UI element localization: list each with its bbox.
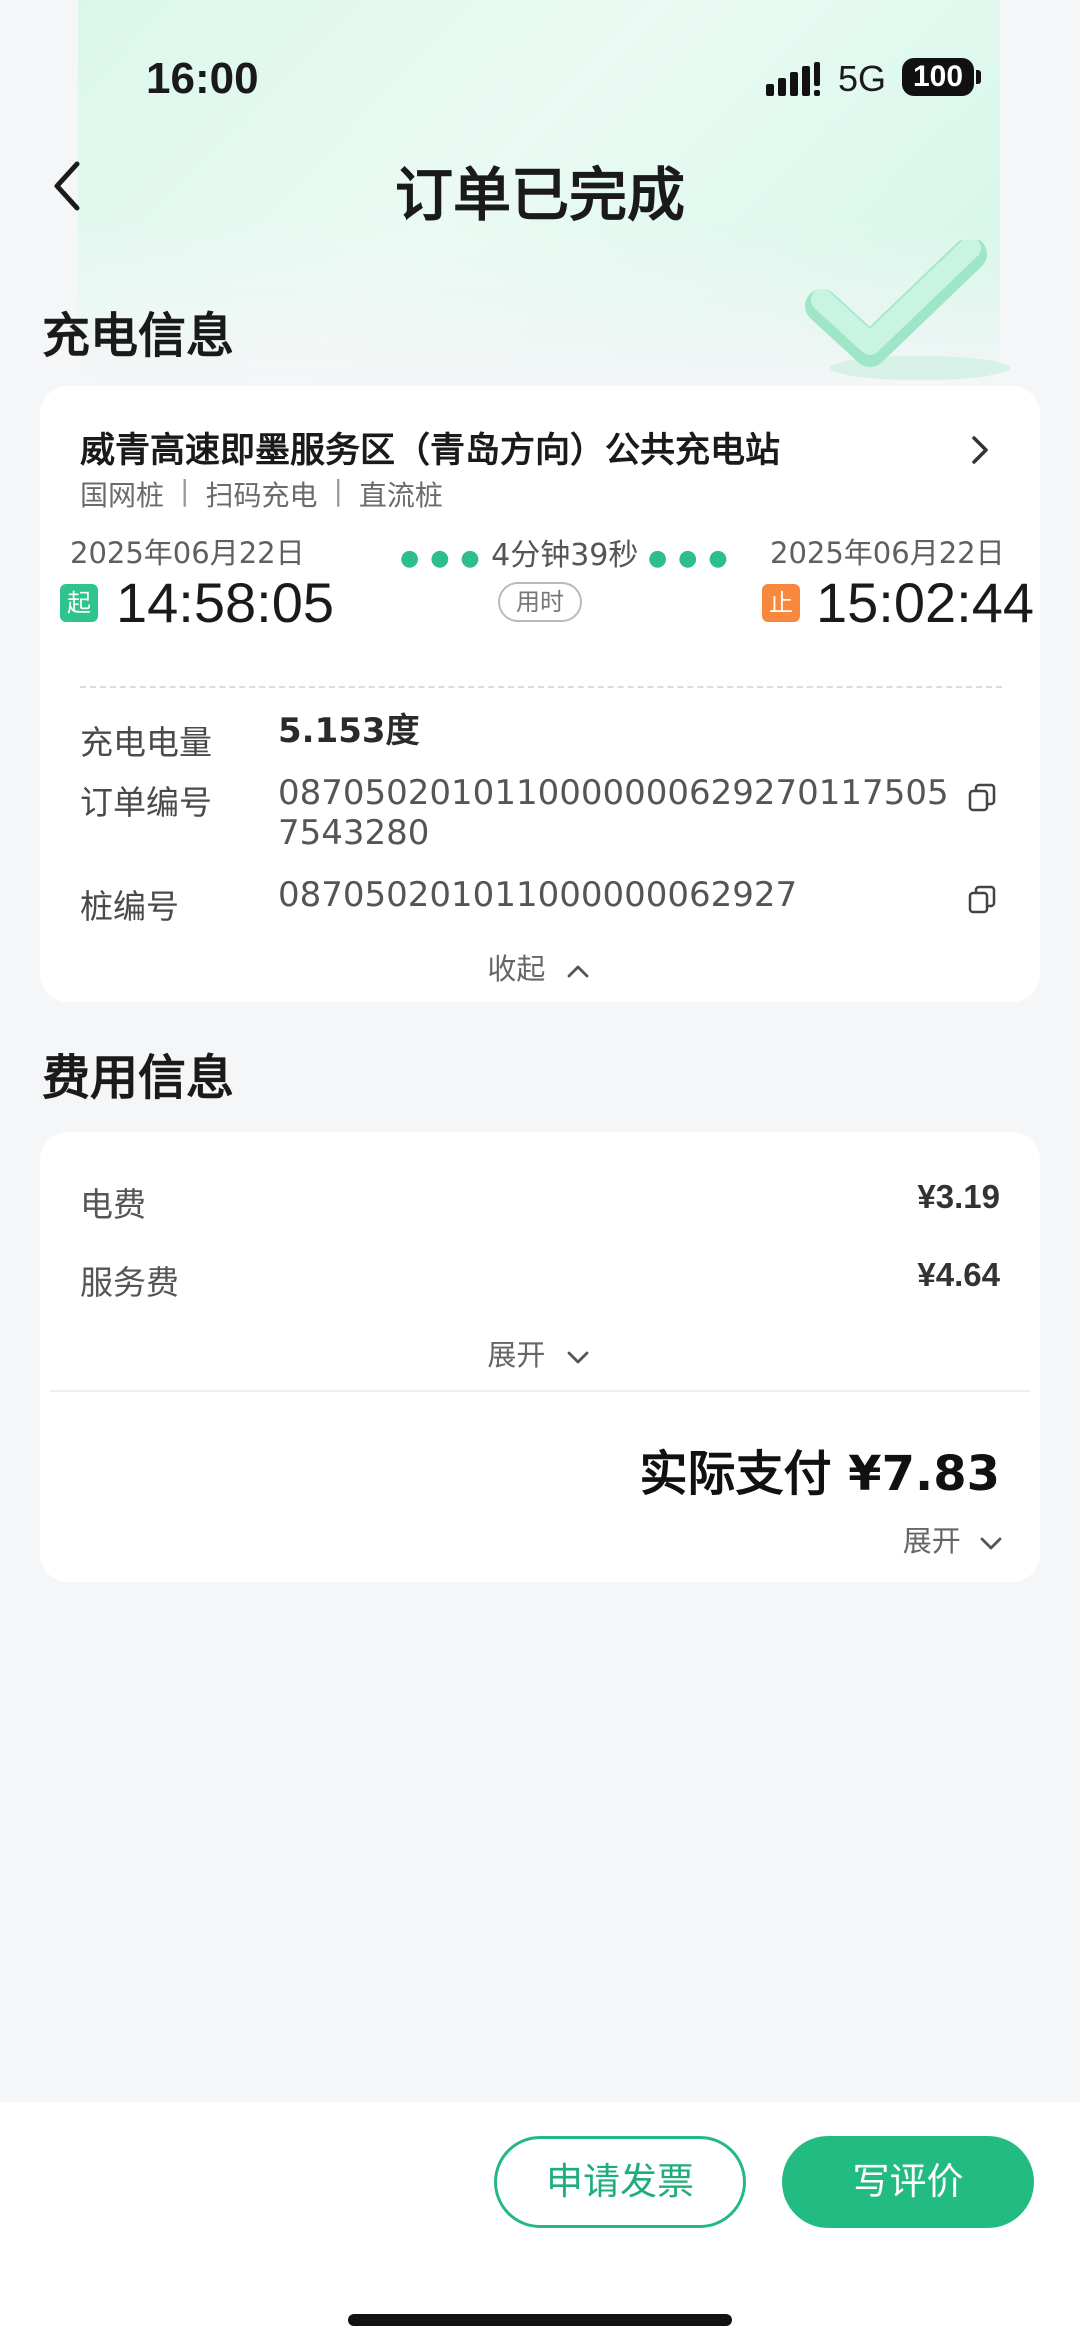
collapse-label: 收起 (487, 952, 546, 986)
duration: ● ● ● 4分钟39秒 ● ● ● (400, 530, 728, 574)
electricity-fee-label: 电费 (80, 1185, 146, 1224)
page-title: 订单已完成 (394, 161, 685, 229)
fee-section-title: 费用信息 (42, 1050, 235, 1106)
collapse-toggle[interactable]: 收起 (40, 946, 1040, 988)
total-paid: 实际支付 ¥7.83 (639, 1446, 1000, 1502)
tag-separator: | (180, 474, 190, 507)
start-date: 2025年06月22日 (70, 536, 305, 570)
pile-number-label: 桩编号 (80, 887, 179, 926)
duration-dots-left: ● ● ● (400, 546, 482, 571)
energy-value: 5.153度 (278, 711, 420, 751)
tag-operator: 国网桩 (80, 479, 165, 512)
end-date: 2025年06月22日 (770, 536, 1005, 570)
tag-pile-type: 直流桩 (358, 479, 443, 512)
fee-info-card: 电费 ¥3.19 服务费 ¥4.64 展开 实际支付 ¥7.83 展开 (40, 1132, 1040, 1582)
service-fee-label: 服务费 (80, 1263, 179, 1302)
signal-icon (766, 62, 820, 96)
start-badge: 起 (60, 584, 98, 622)
tag-charge-method: 扫码充电 (205, 479, 318, 512)
status-time: 16:00 (146, 54, 259, 103)
dashed-divider (80, 686, 1002, 688)
duration-dots-right: ● ● ● (647, 546, 730, 571)
network-type: 5G (838, 58, 887, 99)
chevron-up-icon (567, 965, 589, 978)
energy-label: 充电电量 (80, 723, 212, 762)
duration-label: 用时 (498, 582, 582, 622)
order-number-line1: 0870502010110000000629270117505 (278, 773, 949, 813)
station-name[interactable]: 威青高速即墨服务区（青岛方向）公共充电站 (80, 422, 780, 473)
pile-number-value: 087050201011000000062927 (278, 875, 798, 915)
end-badge: 止 (762, 584, 800, 622)
end-time: 15:02:44 (816, 571, 1034, 634)
chevron-down-icon (567, 1351, 589, 1364)
station-tags: 国网桩 | 扫码充电 | 直流桩 (80, 474, 443, 514)
completed-check-icon (805, 240, 1010, 380)
home-indicator[interactable] (348, 2314, 732, 2326)
fee-expand-label: 展开 (487, 1338, 546, 1372)
service-fee-value: ¥4.64 (917, 1256, 1000, 1293)
order-number-label: 订单编号 (80, 783, 212, 822)
charging-info-card: 威青高速即墨服务区（青岛方向）公共充电站 国网桩 | 扫码充电 | 直流桩 20… (40, 386, 1040, 1002)
order-number-line2: 7543280 (278, 813, 430, 853)
status-bar: 16:00 5G 100 (0, 0, 1080, 140)
electricity-fee-value: ¥3.19 (917, 1178, 1000, 1215)
duration-value: 4分钟39秒 (491, 538, 639, 573)
start-time: 14:58:05 (116, 571, 334, 634)
chevron-down-icon (980, 1537, 1002, 1550)
tag-separator: | (333, 474, 343, 507)
write-review-button[interactable]: 写评价 (782, 2136, 1034, 2228)
battery-icon: 100 (902, 58, 974, 96)
bottom-action-bar: 申请发票 写评价 (0, 2102, 1080, 2346)
apply-invoice-button[interactable]: 申请发票 (494, 2136, 746, 2228)
chevron-right-icon[interactable] (962, 430, 998, 470)
fee-divider (50, 1390, 1030, 1392)
copy-order-number-icon[interactable] (966, 782, 998, 814)
total-expand-toggle[interactable]: 展开 (903, 1518, 1006, 1560)
charging-section-title: 充电信息 (42, 308, 235, 364)
fee-expand-toggle[interactable]: 展开 (40, 1332, 1040, 1374)
copy-pile-number-icon[interactable] (966, 884, 998, 916)
total-expand-label: 展开 (902, 1524, 961, 1558)
battery-tip (976, 70, 981, 84)
